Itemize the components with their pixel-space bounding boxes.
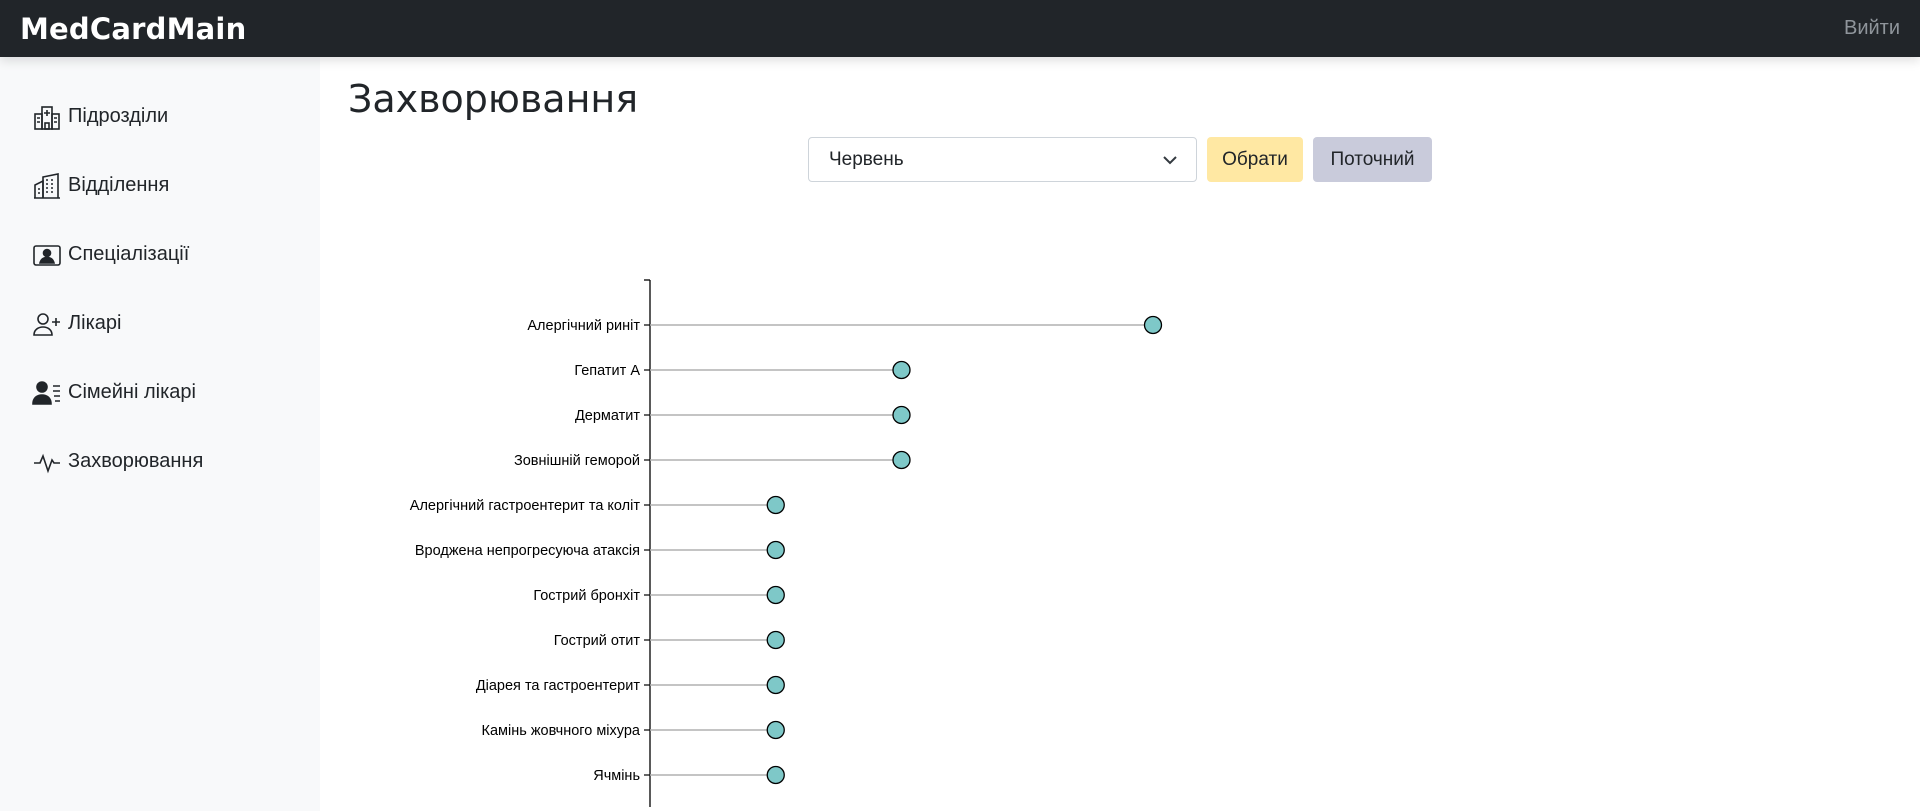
sidebar-item-family-doctors[interactable]: Сімейні лікарі bbox=[0, 358, 320, 427]
lollipop-point bbox=[766, 585, 785, 605]
month-controls: Червень Обрати Поточний bbox=[808, 137, 1432, 182]
y-tick-label: Ячмінь bbox=[593, 768, 640, 784]
sidebar-item-label: Сімейні лікарі bbox=[68, 381, 196, 403]
y-tick-label: Гепатит А bbox=[574, 363, 640, 379]
current-button[interactable]: Поточний bbox=[1313, 137, 1432, 182]
top-navbar: MedCardMain Вийти bbox=[0, 0, 1920, 57]
sidebar-item-specializations[interactable]: Спеціалізації bbox=[0, 220, 320, 289]
brand-logo[interactable]: MedCardMain bbox=[20, 12, 246, 46]
sidebar-item-label: Підрозділи bbox=[68, 105, 169, 127]
y-tick-label: Гострий бронхіт bbox=[533, 588, 640, 604]
month-select[interactable]: Червень bbox=[808, 137, 1197, 182]
diseases-lollipop-chart: 0.00.51.01.52.02.53.03.54.0Алергічний ри… bbox=[410, 279, 1163, 807]
sidebar-item-diseases[interactable]: Захворювання bbox=[0, 427, 320, 496]
y-tick-label: Вроджена непрогресуюча атаксія bbox=[415, 543, 640, 559]
lollipop-point bbox=[766, 675, 785, 695]
y-tick-label: Діарея та гастроентерит bbox=[476, 678, 641, 694]
sidebar: Підрозділи Відділення Спеціалізації Ліка… bbox=[0, 57, 320, 811]
sidebar-item-label: Захворювання bbox=[68, 450, 204, 472]
lollipop-point bbox=[892, 450, 911, 470]
y-tick-label: Дерматит bbox=[575, 408, 640, 424]
lollipop-point bbox=[892, 405, 911, 425]
main-content: Захворювання Червень Обрати Поточний 0.0… bbox=[320, 57, 1920, 811]
y-tick-label: Алергічний риніт bbox=[527, 318, 640, 334]
lollipop-point bbox=[766, 540, 785, 560]
choose-button[interactable]: Обрати bbox=[1207, 137, 1303, 182]
sidebar-item-subdivisions[interactable]: Підрозділи bbox=[0, 82, 320, 151]
sidebar-item-label: Лікарі bbox=[68, 312, 122, 334]
page-title: Захворювання bbox=[348, 77, 639, 121]
y-tick-label: Гострий отит bbox=[554, 633, 641, 649]
y-tick-label: Алергічний гастроентерит та коліт bbox=[410, 498, 641, 514]
lollipop-point bbox=[766, 765, 785, 785]
sidebar-item-departments[interactable]: Відділення bbox=[0, 151, 320, 220]
month-select-value: Червень bbox=[829, 148, 904, 170]
lollipop-point bbox=[766, 720, 785, 740]
lollipop-point bbox=[1143, 315, 1163, 335]
lollipop-point bbox=[766, 495, 785, 515]
lollipop-point bbox=[766, 630, 785, 650]
pulse-icon bbox=[32, 447, 62, 477]
lollipop-point bbox=[892, 360, 911, 380]
sidebar-item-label: Спеціалізації bbox=[68, 243, 190, 265]
y-tick-label: Зовнішній геморой bbox=[514, 453, 640, 469]
y-tick-label: Камінь жовчного міхура bbox=[482, 723, 641, 739]
badge-person-icon bbox=[32, 240, 62, 270]
person-plus-icon bbox=[32, 309, 62, 339]
sidebar-item-label: Відділення bbox=[68, 174, 170, 196]
sidebar-item-doctors[interactable]: Лікарі bbox=[0, 289, 320, 358]
hospital-icon bbox=[32, 102, 62, 132]
logout-link[interactable]: Вийти bbox=[1844, 17, 1900, 40]
buildings-icon bbox=[32, 171, 62, 201]
person-lines-icon bbox=[32, 378, 62, 408]
chevron-down-icon bbox=[1162, 152, 1178, 168]
